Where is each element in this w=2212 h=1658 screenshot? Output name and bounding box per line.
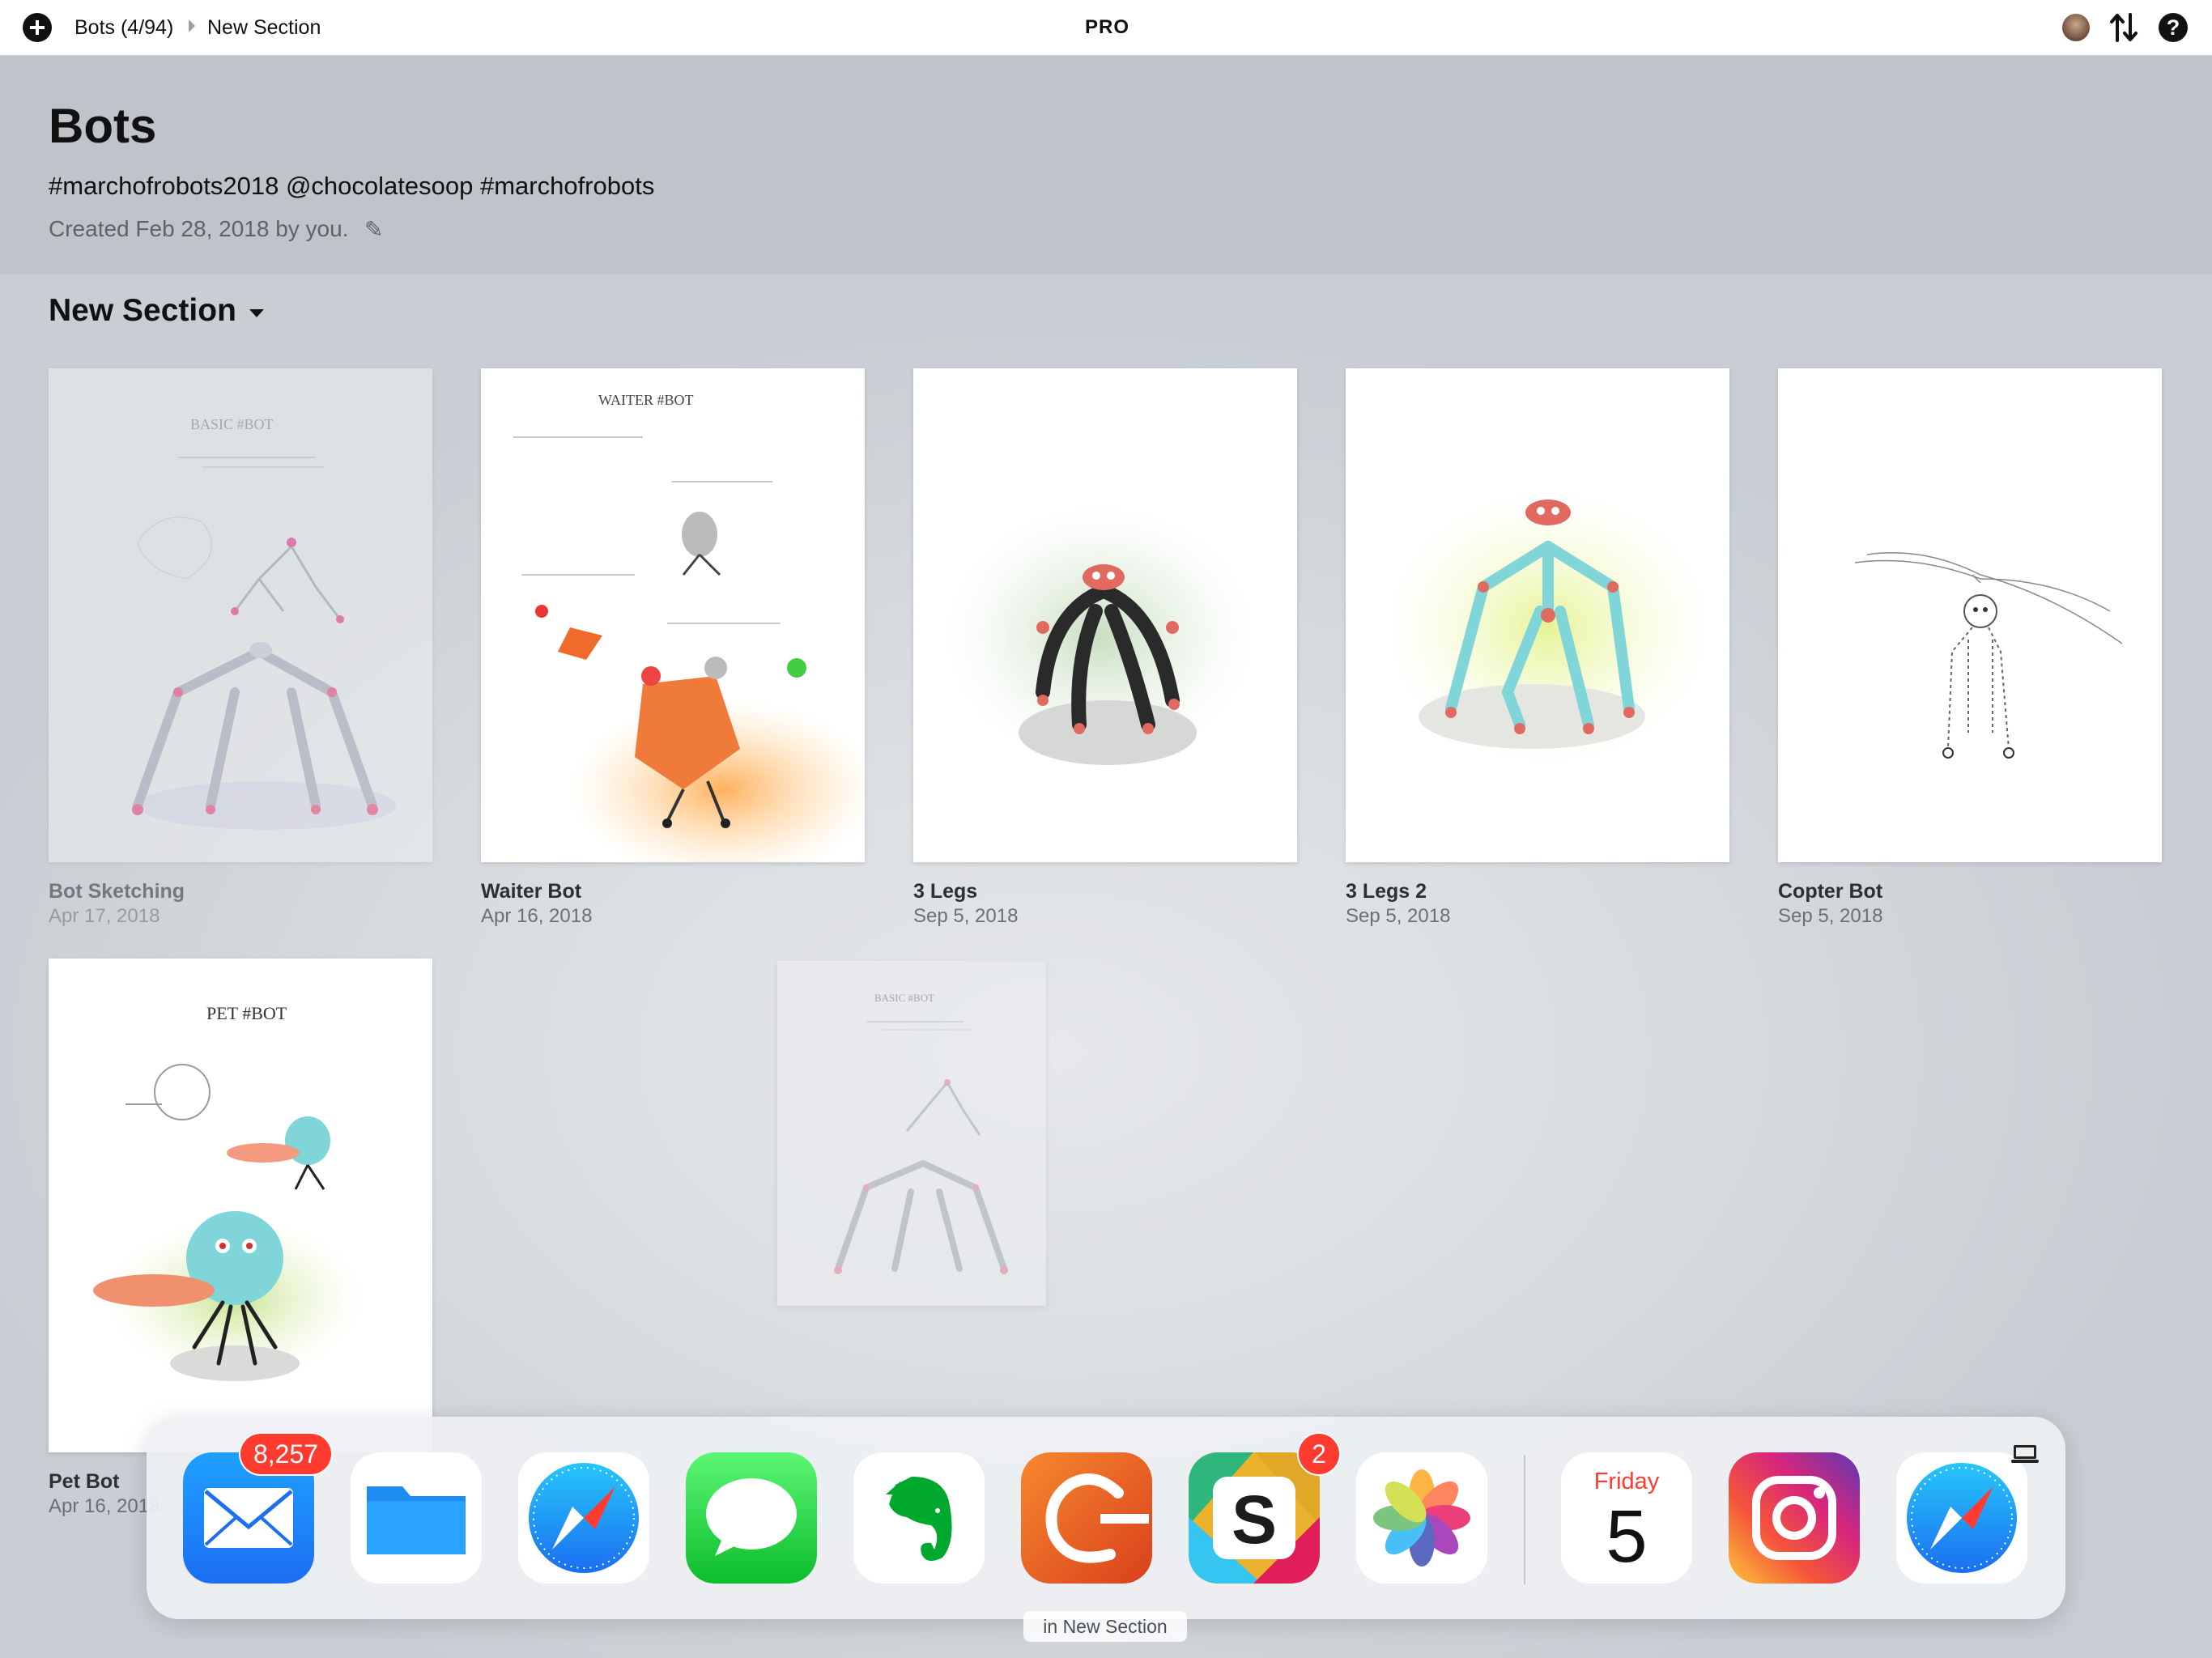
- app-gestimer[interactable]: [1021, 1452, 1152, 1584]
- page-card-title: Copter Bot: [1778, 880, 1883, 903]
- handoff-icon: [2011, 1445, 2039, 1463]
- app-instagram[interactable]: [1729, 1452, 1860, 1584]
- pet-bot-thumbnail: PET #BOT: [49, 959, 432, 1452]
- caret-down-icon[interactable]: [249, 309, 264, 317]
- drag-preview-thumbnail: BASIC #BOT: [834, 992, 1008, 1274]
- status-label: in New Section: [1023, 1611, 1187, 1642]
- svg-text:S: S: [1231, 1482, 1277, 1558]
- app-photos[interactable]: [1356, 1452, 1487, 1584]
- dock-separator: [1524, 1455, 1525, 1584]
- breadcrumb-section[interactable]: New Section: [207, 16, 321, 40]
- page-card-date: Sep 5, 2018: [1346, 905, 1451, 927]
- page-card-date: Apr 17, 2018: [49, 905, 160, 927]
- waiter-bot-thumbnail: WAITER #BOT: [481, 368, 865, 862]
- notebook-title: Bots: [49, 99, 157, 153]
- page-card-date: Apr 16, 2018: [49, 1495, 160, 1517]
- help-icon[interactable]: ?: [2159, 13, 2188, 42]
- pencil-icon[interactable]: ✎: [364, 216, 383, 243]
- page-card-title: Waiter Bot: [481, 880, 582, 903]
- page-card-3-legs[interactable]: [913, 368, 1297, 862]
- page-card-title: 3 Legs: [913, 880, 978, 903]
- breadcrumb-notebook[interactable]: Bots (4/94): [74, 16, 173, 40]
- add-icon[interactable]: [23, 13, 52, 42]
- breadcrumb-chevron-icon: [189, 19, 195, 32]
- page-card-date: Sep 5, 2018: [1778, 905, 1883, 927]
- page-card-date: Sep 5, 2018: [913, 905, 1019, 927]
- slack-icon: S: [1189, 1452, 1320, 1584]
- page-card-copter-bot[interactable]: [1778, 368, 2162, 862]
- safari-icon: [518, 1452, 649, 1584]
- app-messages[interactable]: [686, 1452, 817, 1584]
- safari-icon: [1896, 1452, 2027, 1584]
- app-calendar[interactable]: Friday 5: [1561, 1452, 1692, 1584]
- sort-icon[interactable]: [2109, 11, 2138, 44]
- page-card-3-legs-2[interactable]: [1346, 368, 1729, 862]
- pro-badge: PRO: [1085, 16, 1130, 38]
- notebook-header: Bots #marchofrobots2018 @chocolatesoop #…: [0, 56, 2212, 274]
- notebook-tags: #marchofrobots2018 @chocolatesoop #march…: [49, 172, 655, 200]
- page-card-title: Pet Bot: [49, 1470, 120, 1493]
- app-slack[interactable]: S: [1189, 1452, 1320, 1584]
- notebook-created: Created Feb 28, 2018 by you.: [49, 216, 349, 241]
- slack-badge: 2: [1299, 1434, 1339, 1474]
- page-card-bot-sketching[interactable]: BASIC #BOT: [49, 368, 432, 862]
- photos-icon: [1356, 1452, 1487, 1584]
- avatar[interactable]: [2062, 14, 2090, 41]
- messages-icon: [686, 1452, 817, 1584]
- calendar-day-name: Friday: [1594, 1469, 1660, 1494]
- files-icon: [351, 1452, 482, 1584]
- page-card-waiter-bot[interactable]: WAITER #BOT: [481, 368, 865, 862]
- section-title[interactable]: New Section: [49, 293, 236, 329]
- 3-legs-thumbnail: [913, 368, 1297, 862]
- app-safari[interactable]: [518, 1452, 649, 1584]
- sketch-title: PET #BOT: [206, 1003, 287, 1023]
- bot-sketch-thumbnail: BASIC #BOT: [49, 368, 432, 862]
- instagram-icon: [1729, 1452, 1860, 1584]
- page-card-date: Apr 16, 2018: [481, 905, 593, 927]
- app-evernote[interactable]: [853, 1452, 985, 1584]
- sketch-title: WAITER #BOT: [598, 392, 693, 408]
- calendar-icon: Friday 5: [1561, 1452, 1692, 1584]
- sketch-title: BASIC #BOT: [190, 416, 274, 432]
- page-card-title: 3 Legs 2: [1346, 880, 1427, 903]
- drag-preview[interactable]: BASIC #BOT: [777, 961, 1046, 1306]
- evernote-icon: [853, 1452, 985, 1584]
- page-card-pet-bot[interactable]: PET #BOT: [49, 959, 432, 1452]
- sketch-title: BASIC #BOT: [874, 992, 934, 1004]
- mail-badge: 8,257: [240, 1434, 331, 1474]
- 3-legs-2-thumbnail: [1346, 368, 1729, 862]
- calendar-day-number: 5: [1606, 1495, 1647, 1578]
- copter-bot-thumbnail: [1778, 368, 2162, 862]
- top-bar: Bots (4/94) New Section PRO ?: [0, 0, 2212, 56]
- page-card-title: Bot Sketching: [49, 880, 185, 903]
- app-safari-recent[interactable]: [1896, 1452, 2027, 1584]
- app-files[interactable]: [351, 1452, 482, 1584]
- gestimer-icon: [1021, 1452, 1152, 1584]
